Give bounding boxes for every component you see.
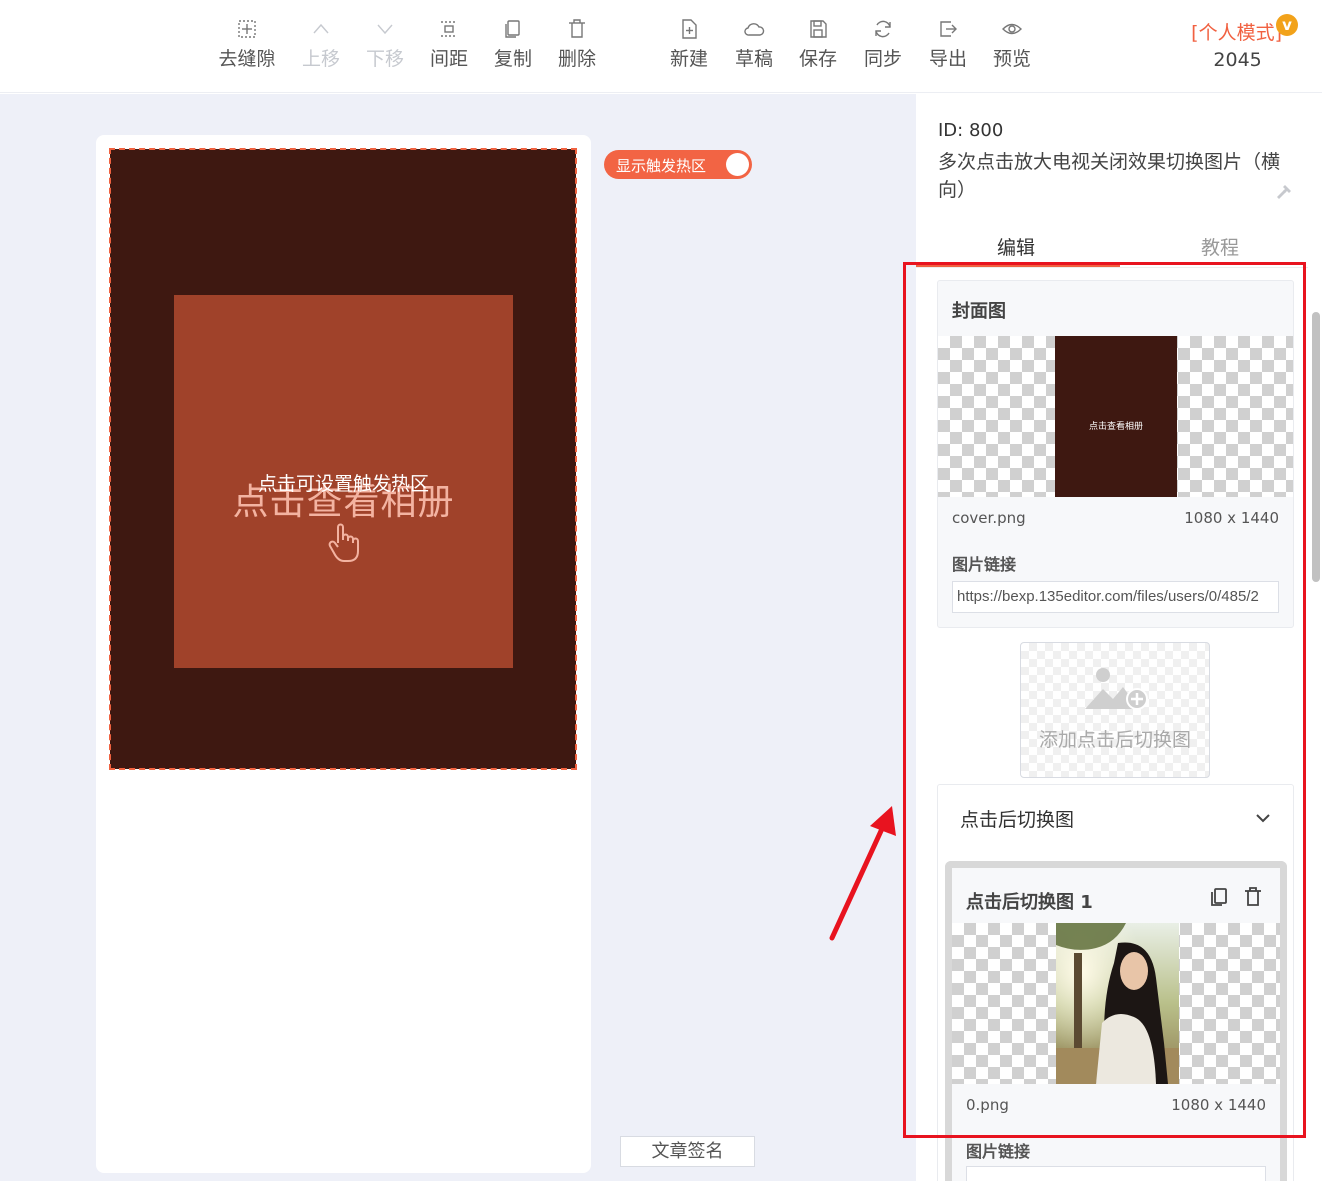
preview-button[interactable]: 预览: [980, 18, 1044, 71]
phone-preview: 点击查看相册 点击可设置触发热区: [96, 135, 591, 1173]
panel-scrollbar[interactable]: [1312, 312, 1320, 582]
export-label: 导出: [928, 48, 967, 70]
spacing-icon: [441, 21, 457, 37]
tab-underline: [916, 265, 1120, 267]
delete-label: 删除: [557, 48, 596, 70]
draft-button[interactable]: 草稿: [722, 18, 786, 71]
panel-tabs: 编辑 教程: [916, 226, 1308, 268]
switch-item-card: 点击后切换图 1 0.png 1080 x 1440 图片链接: [945, 861, 1287, 1181]
copy-label: 复制: [493, 48, 532, 70]
toggle-knob: [726, 153, 749, 176]
inner-card[interactable]: 点击查看相册 点击可设置触发热区: [174, 295, 513, 668]
move-up-button[interactable]: 上移: [289, 18, 353, 71]
switch-item-title: 点击后切换图 1: [966, 892, 1093, 913]
cover-thumb-text: 点击查看相册: [1088, 422, 1143, 432]
sync-button[interactable]: 同步: [851, 18, 915, 71]
new-button[interactable]: 新建: [657, 18, 721, 71]
add-switch-image-button[interactable]: 添加点击后切换图: [1020, 642, 1210, 778]
cover-file-size: 1080 x 1440: [1184, 509, 1279, 527]
cover-thumbnail: 点击查看相册: [1055, 336, 1177, 497]
cover-card: 封面图 点击查看相册 cover.png 1080 x 1440 图片链接 ht…: [937, 280, 1294, 628]
arrow-down-icon: [377, 24, 393, 35]
cover-link-input[interactable]: https://bexp.135editor.com/files/users/0…: [952, 581, 1279, 613]
personal-mode[interactable]: [个人模式]v 2045: [1191, 14, 1298, 71]
preview-label: 预览: [992, 48, 1031, 70]
switch-link-input[interactable]: [966, 1166, 1266, 1181]
switch-image-preview[interactable]: [952, 923, 1280, 1084]
switch-section-header[interactable]: 点击后切换图: [960, 805, 1074, 832]
delete-button[interactable]: 删除: [545, 18, 609, 71]
switch-photo: [1056, 923, 1179, 1084]
top-toolbar: 去缝隙 上移 下移 间距 复制 删除 新建 草稿 保存 同步 导出 预览 [个人…: [0, 0, 1322, 93]
cover-file-name: cover.png: [952, 509, 1026, 527]
properties-panel: ID: 800 多次点击放大电视关闭效果切换图片（横向） 编辑 教程 封面图 点…: [916, 94, 1322, 1181]
delete-icon: [569, 19, 585, 38]
export-button[interactable]: 导出: [916, 18, 980, 71]
article-signature-button[interactable]: 文章签名: [620, 1136, 755, 1167]
template-id: ID: 800: [938, 120, 1004, 141]
remove-gap-icon: [238, 20, 256, 38]
tab-tutorial[interactable]: 教程: [1120, 233, 1320, 260]
mode-label: [个人模式]: [1191, 22, 1282, 44]
cover-image-preview[interactable]: 点击查看相册: [938, 336, 1293, 497]
add-switch-label: 添加点击后切换图: [1038, 729, 1191, 751]
cover-title: 封面图: [952, 301, 1006, 322]
tools-icon[interactable]: [1274, 182, 1294, 202]
remove-gap-label: 去缝隙: [218, 48, 276, 70]
move-up-label: 上移: [301, 48, 340, 70]
template-name: 多次点击放大电视关闭效果切换图片（横向）: [938, 151, 1281, 201]
eye-icon: [1002, 23, 1022, 35]
arrow-up-icon: [313, 23, 329, 34]
hotspot-hint[interactable]: 点击可设置触发热区: [174, 469, 513, 496]
export-icon: [940, 21, 957, 37]
artboard[interactable]: 点击查看相册 点击可设置触发热区: [109, 148, 577, 770]
chevron-down-icon[interactable]: [1255, 809, 1271, 823]
switch-file-size: 1080 x 1440: [1171, 1096, 1266, 1114]
new-file-icon: [682, 19, 697, 39]
move-down-button[interactable]: 下移: [353, 18, 417, 71]
switch-link-label: 图片链接: [966, 1142, 1031, 1161]
sync-label: 同步: [863, 48, 902, 70]
cloud-icon: [744, 23, 765, 36]
sync-icon: [875, 20, 891, 38]
toggle-label: 显示触发热区: [616, 157, 707, 175]
copy-button[interactable]: 复制: [481, 18, 545, 71]
hand-pointer-icon: [326, 521, 362, 563]
spacing-button[interactable]: 间距: [417, 18, 481, 71]
switch-file-name: 0.png: [966, 1096, 1009, 1114]
draft-label: 草稿: [734, 48, 773, 70]
save-label: 保存: [798, 48, 837, 70]
save-button[interactable]: 保存: [786, 18, 850, 71]
add-image-icon: [1085, 668, 1148, 710]
save-icon: [810, 20, 827, 38]
copy-icon[interactable]: [1208, 886, 1230, 908]
remove-gap-button[interactable]: 去缝隙: [215, 18, 279, 71]
new-label: 新建: [669, 48, 708, 70]
vip-badge-icon: v: [1276, 14, 1298, 36]
switch-section: 点击后切换图 点击后切换图 1 0.png 1080 x 1440 图片链接: [937, 784, 1294, 1181]
show-hotspot-toggle[interactable]: 显示触发热区: [604, 150, 752, 179]
mode-number: 2045: [1213, 49, 1262, 71]
spacing-label: 间距: [429, 48, 468, 70]
tab-edit[interactable]: 编辑: [916, 233, 1116, 260]
copy-icon: [505, 20, 520, 38]
delete-icon[interactable]: [1242, 886, 1264, 908]
cover-link-label: 图片链接: [952, 555, 1017, 574]
canvas-area: 点击查看相册 点击可设置触发热区 显示触发热区 文章签名: [0, 94, 916, 1181]
move-down-label: 下移: [365, 48, 404, 70]
